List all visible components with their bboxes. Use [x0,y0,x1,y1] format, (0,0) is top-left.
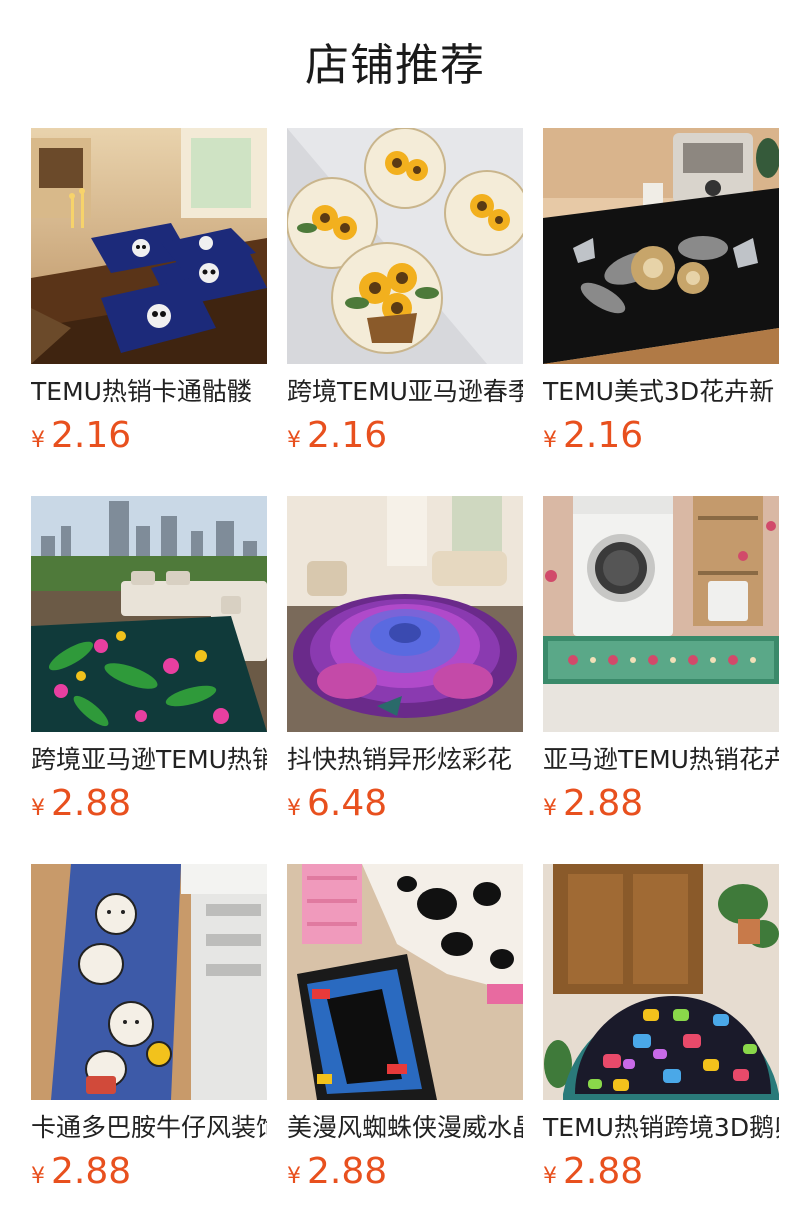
currency-symbol: ¥ [543,428,557,453]
product-image[interactable] [287,864,523,1100]
price-value: 2.16 [51,415,132,456]
product-name[interactable]: TEMU热销跨境3D鹅卵 [543,1110,779,1146]
product-card[interactable]: 卡通多巴胺牛仔风装饰 ¥2.88 [31,864,267,1204]
product-image[interactable] [543,496,779,732]
product-name[interactable]: 跨境TEMU亚马逊春季 [287,374,523,410]
product-name[interactable]: 亚马逊TEMU热销花卉 [543,742,779,778]
product-image[interactable] [287,128,523,364]
product-card[interactable]: TEMU热销跨境3D鹅卵 ¥2.88 [543,864,779,1204]
product-price: ¥2.88 [287,1149,387,1195]
price-value: 2.88 [307,1151,388,1192]
price-value: 2.88 [51,783,132,824]
product-card[interactable]: TEMU美式3D花卉新 ¥2.16 [543,128,779,468]
product-image[interactable] [31,128,267,364]
product-name[interactable]: TEMU热销卡通骷髅 [31,374,267,410]
product-name[interactable]: 跨境亚马逊TEMU热销 [31,742,267,778]
product-price: ¥2.16 [287,413,387,459]
price-value: 2.16 [563,415,644,456]
currency-symbol: ¥ [287,428,301,453]
product-card[interactable]: 跨境亚马逊TEMU热销 ¥2.88 [31,496,267,836]
currency-symbol: ¥ [543,796,557,821]
price-value: 6.48 [307,783,388,824]
currency-symbol: ¥ [543,1164,557,1189]
product-price: ¥2.88 [543,781,643,827]
product-name[interactable]: 美漫风蜘蛛侠漫威水晶 [287,1110,523,1146]
product-image[interactable] [543,128,779,364]
product-card[interactable]: 美漫风蜘蛛侠漫威水晶 ¥2.88 [287,864,523,1204]
price-value: 2.16 [307,415,388,456]
product-price: ¥2.88 [31,1149,131,1195]
currency-symbol: ¥ [287,1164,301,1189]
price-value: 2.88 [563,1151,644,1192]
product-image[interactable] [287,496,523,732]
product-name[interactable]: TEMU美式3D花卉新 [543,374,779,410]
price-value: 2.88 [51,1151,132,1192]
product-name[interactable]: 卡通多巴胺牛仔风装饰 [31,1110,267,1146]
product-price: ¥6.48 [287,781,387,827]
product-card[interactable]: TEMU热销卡通骷髅 ¥2.16 [31,128,267,468]
product-card[interactable]: 抖快热销异形炫彩花 ¥6.48 [287,496,523,836]
currency-symbol: ¥ [31,428,45,453]
currency-symbol: ¥ [31,796,45,821]
product-price: ¥2.16 [31,413,131,459]
product-name[interactable]: 抖快热销异形炫彩花 [287,742,523,778]
currency-symbol: ¥ [31,1164,45,1189]
product-image[interactable] [543,864,779,1100]
product-image[interactable] [31,496,267,732]
product-price: ¥2.16 [543,413,643,459]
product-card[interactable]: 亚马逊TEMU热销花卉 ¥2.88 [543,496,779,836]
product-price: ¥2.88 [31,781,131,827]
product-card[interactable]: 跨境TEMU亚马逊春季 ¥2.16 [287,128,523,468]
page-title: 店铺推荐 [305,40,485,91]
currency-symbol: ¥ [287,796,301,821]
product-grid: TEMU热销卡通骷髅 ¥2.16 跨境TEMU亚马逊春季 ¥ 2.16 TEMU… [31,128,790,1232]
price-value: 2.88 [563,783,644,824]
product-price: ¥2.88 [543,1149,643,1195]
product-image[interactable] [31,864,267,1100]
